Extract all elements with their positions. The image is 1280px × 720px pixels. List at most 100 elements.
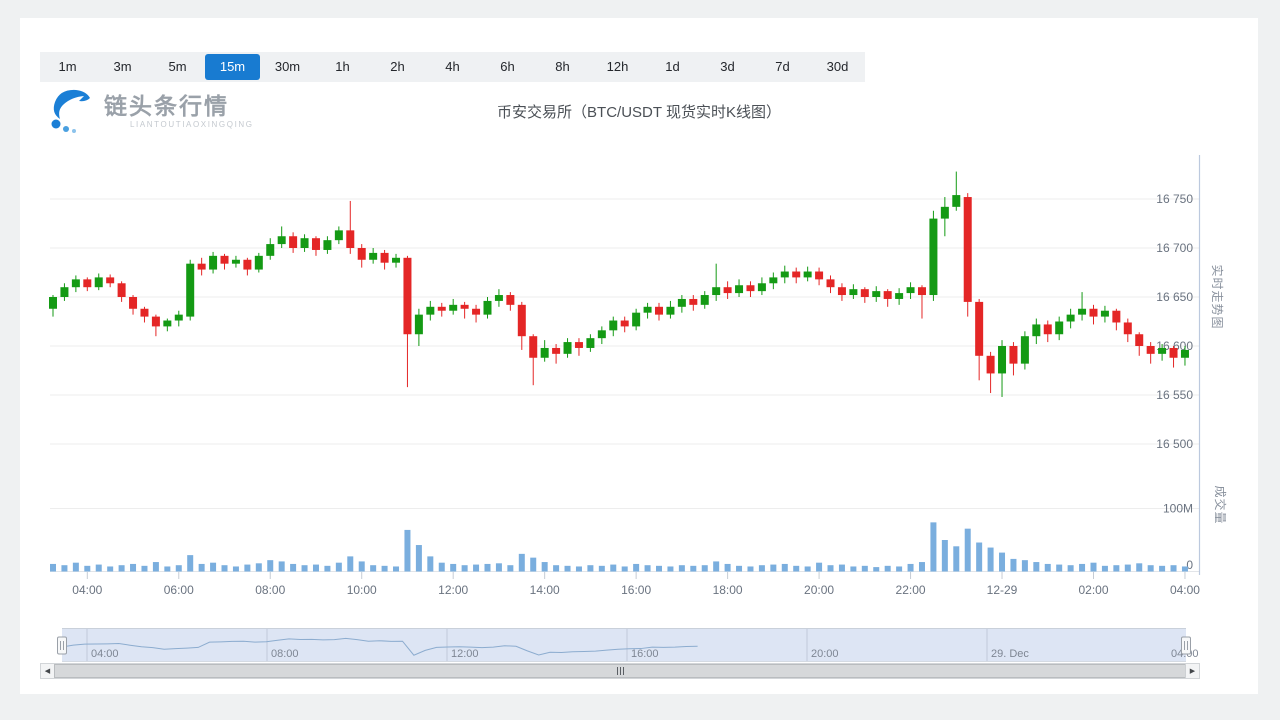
tab-7d[interactable]: 7d xyxy=(755,54,810,80)
candle-down xyxy=(792,272,800,278)
page-title: 币安交易所（BTC/USDT 现货实时K线图） xyxy=(20,101,1258,122)
scrollbar-thumb[interactable] xyxy=(54,664,1186,678)
logo-dot-2 xyxy=(63,126,69,132)
volume-axis-label: 100M xyxy=(1163,502,1193,516)
volume-bar xyxy=(530,558,536,572)
volume-bar xyxy=(61,565,67,571)
volume-bar xyxy=(313,565,319,572)
candle-down xyxy=(529,336,537,358)
candle-down xyxy=(987,356,995,374)
candle-up xyxy=(301,238,309,248)
volume-bar xyxy=(176,565,182,571)
tab-1m[interactable]: 1m xyxy=(40,54,95,80)
candle-up xyxy=(769,277,777,283)
candle-up xyxy=(598,330,606,338)
candle-up xyxy=(60,287,68,297)
volume-bar xyxy=(599,566,605,572)
candle-down xyxy=(689,299,697,305)
volume-bar xyxy=(450,564,456,572)
volume-bar xyxy=(702,565,708,571)
candle-down xyxy=(918,287,926,295)
tab-6h[interactable]: 6h xyxy=(480,54,535,80)
candle-up xyxy=(849,289,857,295)
volume-bar xyxy=(645,565,651,571)
navigator-label: 08:00 xyxy=(271,648,299,660)
tab-3d[interactable]: 3d xyxy=(700,54,755,80)
candle-up xyxy=(1158,348,1166,354)
tab-2h[interactable]: 2h xyxy=(370,54,425,80)
volume-bar xyxy=(484,564,490,572)
volume-bar xyxy=(473,565,479,572)
candle-down xyxy=(461,305,469,309)
candle-up xyxy=(952,195,960,207)
volume-bar xyxy=(519,554,525,572)
candle-down xyxy=(438,307,446,311)
volume-bar xyxy=(359,561,365,571)
candle-up xyxy=(495,295,503,301)
volume-bar xyxy=(256,563,262,571)
scroll-left-arrow-icon[interactable]: ◀ xyxy=(41,664,55,678)
tab-12h[interactable]: 12h xyxy=(590,54,645,80)
volume-bar xyxy=(873,567,879,571)
candle-up xyxy=(278,236,286,244)
tab-30d[interactable]: 30d xyxy=(810,54,865,80)
candle-down xyxy=(827,279,835,287)
tab-1d[interactable]: 1d xyxy=(645,54,700,80)
x-axis-label: 14:00 xyxy=(530,583,560,597)
candle-up xyxy=(1032,324,1040,336)
volume-bar xyxy=(576,566,582,571)
candle-up xyxy=(632,313,640,327)
tab-3m[interactable]: 3m xyxy=(95,54,150,80)
volume-bar xyxy=(976,543,982,572)
volume-bar xyxy=(999,553,1005,572)
price-axis-label: 16 650 xyxy=(1156,290,1193,304)
chart-card: 16 75016 70016 65016 60016 55016 500100M… xyxy=(20,18,1258,694)
candle-down xyxy=(621,321,629,327)
x-axis-label: 22:00 xyxy=(896,583,926,597)
tab-5m[interactable]: 5m xyxy=(150,54,205,80)
volume-bar xyxy=(1182,566,1188,571)
navigator-handle-right[interactable] xyxy=(1182,637,1191,654)
horizontal-scrollbar[interactable]: ◀ ▶ xyxy=(40,663,1200,679)
volume-bar xyxy=(164,566,170,571)
volume-bar xyxy=(1056,565,1062,572)
volume-bar xyxy=(267,560,273,571)
candle-up xyxy=(895,293,903,299)
candle-down xyxy=(198,264,206,270)
tab-1h[interactable]: 1h xyxy=(315,54,370,80)
candle-down xyxy=(975,302,983,356)
candle-up xyxy=(232,260,240,264)
candle-up xyxy=(872,291,880,297)
candle-down xyxy=(1009,346,1017,364)
volume-bar xyxy=(793,566,799,572)
price-axis-label: 16 700 xyxy=(1156,241,1193,255)
candle-down xyxy=(506,295,514,305)
volume-bar xyxy=(187,555,193,571)
volume-bar xyxy=(427,556,433,571)
volume-bar xyxy=(222,565,228,571)
candle-up xyxy=(95,277,103,287)
tab-8h[interactable]: 8h xyxy=(535,54,590,80)
candle-down xyxy=(1112,311,1120,323)
navigator-label: 12:00 xyxy=(451,648,479,660)
x-axis-label: 10:00 xyxy=(347,583,377,597)
scroll-right-arrow-icon[interactable]: ▶ xyxy=(1185,664,1199,678)
candle-up xyxy=(369,253,377,260)
price-axis-label: 16 550 xyxy=(1156,388,1193,402)
volume-bar xyxy=(416,545,422,571)
x-axis-label: 18:00 xyxy=(713,583,743,597)
candle-up xyxy=(735,285,743,293)
x-axis-label: 08:00 xyxy=(255,583,285,597)
volume-bar xyxy=(565,566,571,572)
volume-bar xyxy=(119,565,125,571)
volume-bar xyxy=(153,562,159,571)
candle-up xyxy=(72,279,80,287)
candle-up xyxy=(323,240,331,250)
page: 16 75016 70016 65016 60016 55016 500100M… xyxy=(0,0,1280,720)
volume-bar xyxy=(336,563,342,572)
tab-4h[interactable]: 4h xyxy=(425,54,480,80)
navigator-handle-left[interactable] xyxy=(58,637,67,654)
candle-up xyxy=(415,315,423,335)
tab-15m[interactable]: 15m xyxy=(205,54,260,80)
tab-30m[interactable]: 30m xyxy=(260,54,315,80)
